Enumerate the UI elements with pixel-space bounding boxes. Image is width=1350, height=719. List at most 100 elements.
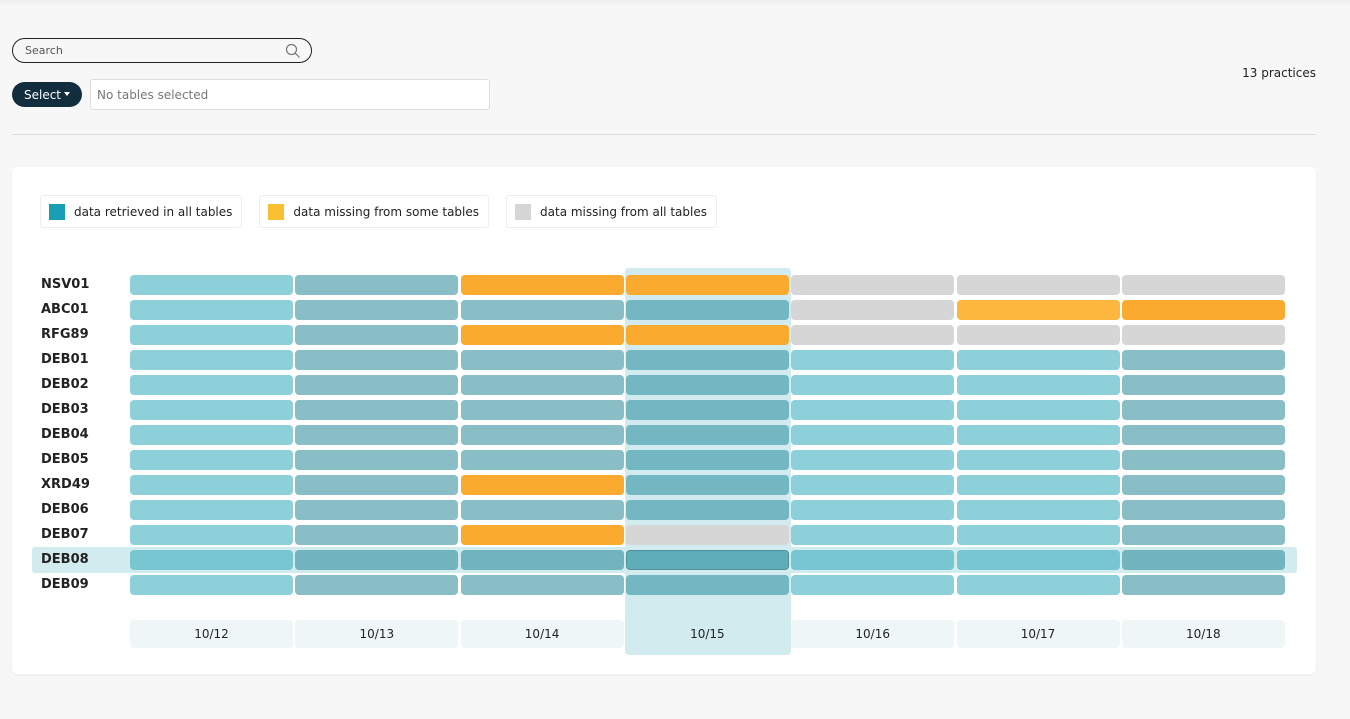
status-cell[interactable] bbox=[956, 300, 1120, 320]
status-cell[interactable] bbox=[460, 325, 624, 345]
status-cell[interactable] bbox=[791, 375, 955, 395]
status-cell[interactable] bbox=[295, 425, 459, 445]
status-cell[interactable] bbox=[460, 425, 624, 445]
status-cell[interactable] bbox=[1121, 575, 1285, 595]
status-cell[interactable] bbox=[460, 400, 624, 420]
status-cell[interactable] bbox=[625, 375, 789, 395]
status-cell[interactable] bbox=[956, 450, 1120, 470]
status-cell[interactable] bbox=[791, 500, 955, 520]
status-cell[interactable] bbox=[460, 575, 624, 595]
status-cell[interactable] bbox=[625, 275, 789, 295]
status-cell[interactable] bbox=[460, 350, 624, 370]
status-cell[interactable] bbox=[295, 400, 459, 420]
status-cell[interactable] bbox=[1121, 475, 1285, 495]
search-box[interactable] bbox=[12, 38, 312, 63]
search-input[interactable] bbox=[25, 44, 285, 57]
status-cell[interactable] bbox=[1121, 375, 1285, 395]
status-cell[interactable] bbox=[1121, 450, 1285, 470]
date-column-header[interactable]: 10/15 bbox=[626, 620, 789, 648]
status-cell[interactable] bbox=[1121, 525, 1285, 545]
status-cell[interactable] bbox=[791, 325, 955, 345]
status-cell[interactable] bbox=[625, 575, 789, 595]
status-cell[interactable] bbox=[625, 425, 789, 445]
status-cell[interactable] bbox=[956, 400, 1120, 420]
status-cell[interactable] bbox=[130, 500, 293, 520]
status-cell[interactable] bbox=[460, 500, 624, 520]
status-cell[interactable] bbox=[1121, 400, 1285, 420]
status-cell[interactable] bbox=[130, 325, 293, 345]
status-cell[interactable] bbox=[295, 275, 459, 295]
status-cell[interactable] bbox=[130, 300, 293, 320]
status-cell[interactable] bbox=[130, 375, 293, 395]
status-cell[interactable] bbox=[625, 450, 789, 470]
selected-tables-field[interactable]: No tables selected bbox=[90, 79, 490, 110]
status-cell[interactable] bbox=[295, 325, 459, 345]
status-cell[interactable] bbox=[956, 500, 1120, 520]
status-cell[interactable] bbox=[791, 400, 955, 420]
status-cell[interactable] bbox=[956, 425, 1120, 445]
status-cell[interactable] bbox=[1121, 325, 1285, 345]
status-cell[interactable] bbox=[295, 475, 459, 495]
status-cell[interactable] bbox=[956, 325, 1120, 345]
status-cell[interactable] bbox=[625, 550, 789, 570]
status-cell[interactable] bbox=[956, 350, 1120, 370]
status-cell[interactable] bbox=[625, 300, 789, 320]
select-dropdown-button[interactable]: Select bbox=[12, 82, 82, 107]
status-cell[interactable] bbox=[625, 500, 789, 520]
status-cell[interactable] bbox=[1121, 550, 1285, 570]
status-cell[interactable] bbox=[295, 350, 459, 370]
status-cell[interactable] bbox=[130, 350, 293, 370]
status-cell[interactable] bbox=[130, 400, 293, 420]
status-cell[interactable] bbox=[791, 350, 955, 370]
status-cell[interactable] bbox=[295, 575, 459, 595]
status-cell[interactable] bbox=[295, 525, 459, 545]
date-column-header[interactable]: 10/18 bbox=[1121, 620, 1285, 648]
status-cell[interactable] bbox=[1121, 500, 1285, 520]
status-cell[interactable] bbox=[130, 275, 293, 295]
status-cell[interactable] bbox=[130, 550, 293, 570]
status-cell[interactable] bbox=[625, 400, 789, 420]
status-cell[interactable] bbox=[460, 525, 624, 545]
status-cell[interactable] bbox=[791, 275, 955, 295]
date-column-header[interactable]: 10/13 bbox=[295, 620, 459, 648]
status-cell[interactable] bbox=[460, 375, 624, 395]
status-cell[interactable] bbox=[295, 450, 459, 470]
status-cell[interactable] bbox=[1121, 425, 1285, 445]
status-cell[interactable] bbox=[1121, 300, 1285, 320]
search-icon[interactable] bbox=[285, 43, 301, 59]
status-cell[interactable] bbox=[295, 500, 459, 520]
date-column-header[interactable]: 10/14 bbox=[460, 620, 624, 648]
status-cell[interactable] bbox=[791, 425, 955, 445]
status-cell[interactable] bbox=[130, 425, 293, 445]
status-cell[interactable] bbox=[295, 300, 459, 320]
status-cell[interactable] bbox=[791, 525, 955, 545]
status-cell[interactable] bbox=[625, 475, 789, 495]
status-cell[interactable] bbox=[1121, 275, 1285, 295]
status-cell[interactable] bbox=[460, 550, 624, 570]
status-cell[interactable] bbox=[956, 375, 1120, 395]
status-cell[interactable] bbox=[791, 475, 955, 495]
status-cell[interactable] bbox=[130, 525, 293, 545]
status-cell[interactable] bbox=[791, 300, 955, 320]
status-cell[interactable] bbox=[130, 575, 293, 595]
status-cell[interactable] bbox=[791, 575, 955, 595]
status-cell[interactable] bbox=[956, 575, 1120, 595]
status-cell[interactable] bbox=[460, 450, 624, 470]
status-cell[interactable] bbox=[791, 450, 955, 470]
status-cell[interactable] bbox=[625, 525, 789, 545]
status-cell[interactable] bbox=[956, 550, 1120, 570]
status-cell[interactable] bbox=[295, 550, 459, 570]
status-cell[interactable] bbox=[956, 525, 1120, 545]
status-cell[interactable] bbox=[460, 300, 624, 320]
status-cell[interactable] bbox=[295, 375, 459, 395]
status-cell[interactable] bbox=[625, 325, 789, 345]
status-cell[interactable] bbox=[625, 350, 789, 370]
status-cell[interactable] bbox=[130, 475, 293, 495]
status-cell[interactable] bbox=[130, 450, 293, 470]
status-cell[interactable] bbox=[956, 475, 1120, 495]
status-cell[interactable] bbox=[791, 550, 955, 570]
status-cell[interactable] bbox=[460, 275, 624, 295]
status-cell[interactable] bbox=[956, 275, 1120, 295]
status-cell[interactable] bbox=[1121, 350, 1285, 370]
date-column-header[interactable]: 10/12 bbox=[130, 620, 293, 648]
